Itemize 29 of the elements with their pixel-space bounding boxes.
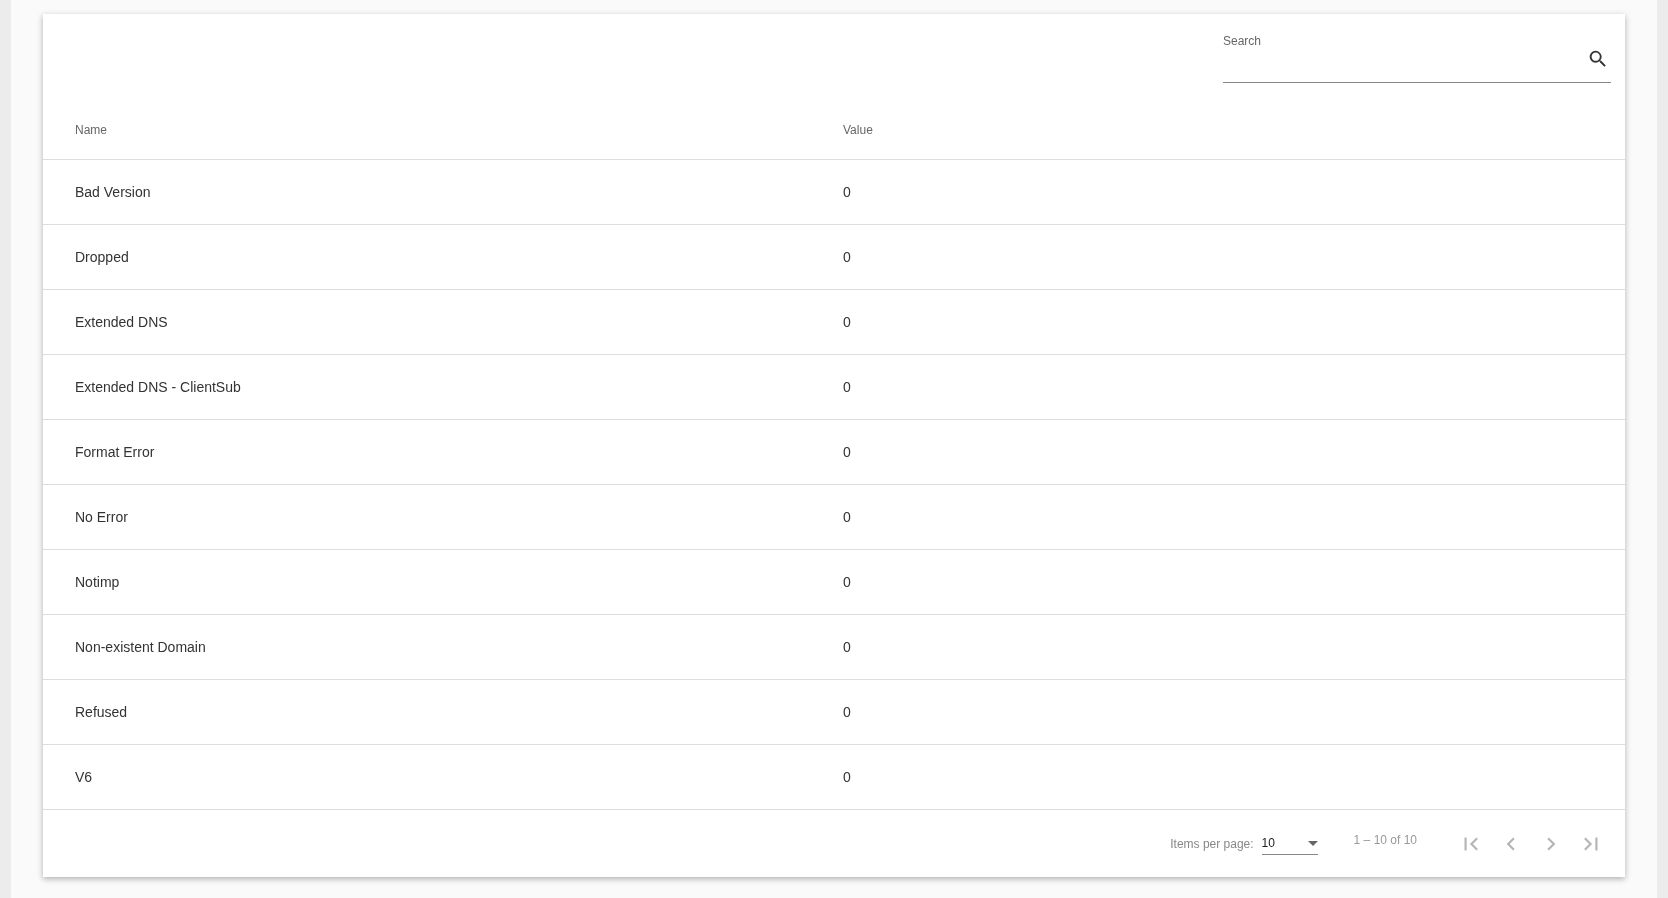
column-header: Name [75, 122, 107, 137]
table-cell: 0 [843, 379, 851, 395]
table-cell: Non-existent Domain [75, 639, 206, 655]
table-cell: Refused [75, 704, 128, 720]
table-cell: Extended DNS - ClientSub [75, 379, 241, 395]
table-cell: 0 [843, 509, 851, 525]
table-cell: 0 [843, 444, 851, 460]
items-per-page-label: Items per page: [1170, 836, 1254, 851]
table-cell: 0 [843, 314, 851, 330]
dropdown-arrow-icon [1307, 840, 1318, 846]
table-cell: 0 [843, 639, 851, 655]
table-cell: 0 [843, 184, 851, 200]
table-cell: Extended DNS [75, 314, 168, 330]
table-cell: Format Error [75, 444, 155, 460]
table-cell: Bad Version [75, 184, 151, 200]
page-range: 1 – 10 of 10 [1353, 832, 1417, 847]
table-cell: Notimp [75, 574, 120, 590]
table-cell: 0 [843, 769, 851, 785]
column-header: Value [843, 122, 873, 137]
table-cell: 0 [843, 704, 851, 720]
table-cell: No Error [75, 509, 128, 525]
table-cell: 0 [843, 574, 851, 590]
search-field[interactable]: Search [1223, 34, 1611, 83]
table-cell: V6 [75, 769, 93, 785]
table-cell: Dropped [75, 249, 129, 265]
page-size-select[interactable]: 10 [1261, 832, 1318, 855]
search-icon[interactable] [1587, 48, 1609, 70]
search-label: Search [1223, 34, 1262, 48]
table-cell: 0 [843, 249, 851, 265]
